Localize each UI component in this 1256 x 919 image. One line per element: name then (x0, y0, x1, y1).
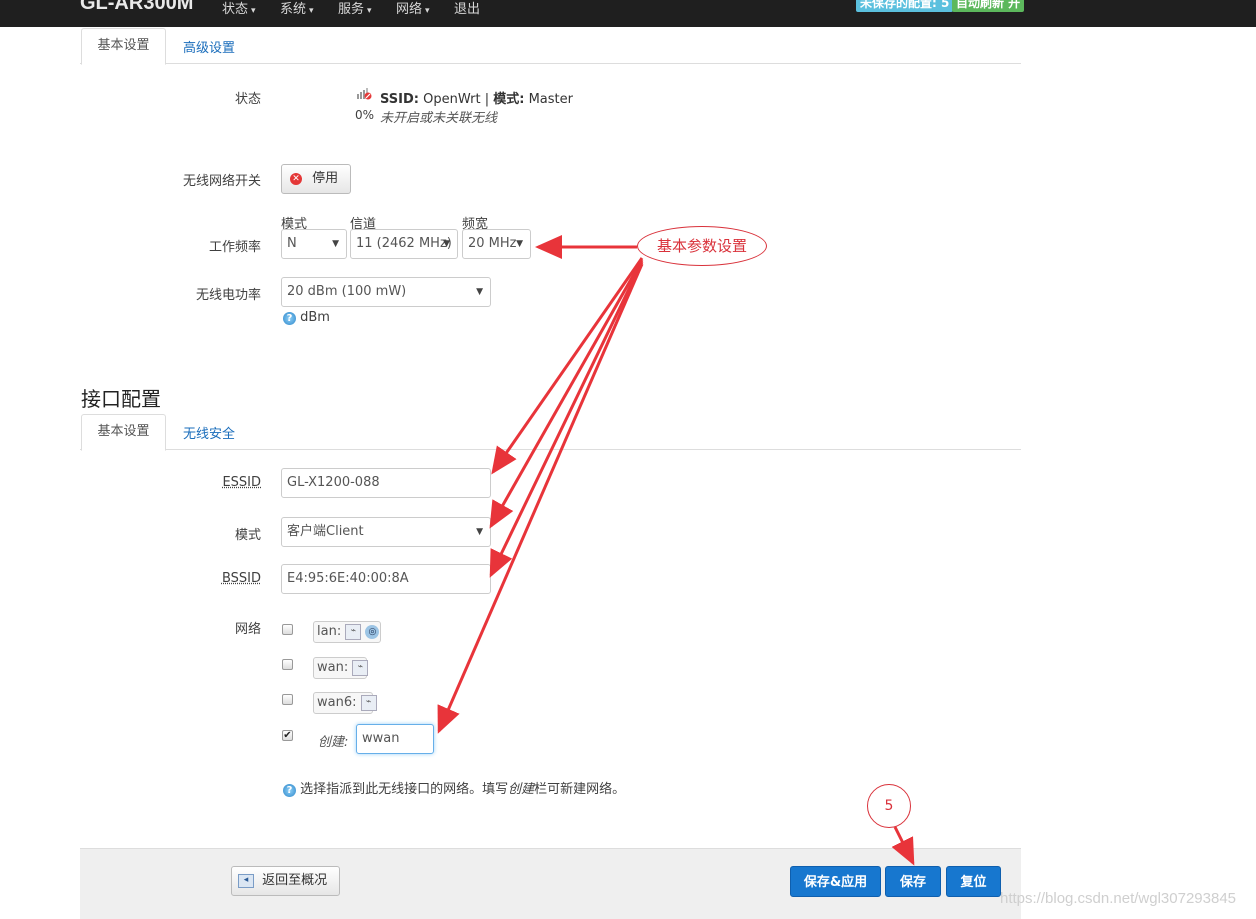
arrow-to-save (891, 826, 915, 866)
arrow-to-create (437, 263, 644, 734)
arrow-to-essid (491, 257, 644, 475)
annotation-step-number: 5 (867, 784, 911, 828)
annotation-arrows (437, 235, 915, 866)
arrow-to-mode (489, 259, 644, 529)
watermark: https://blog.csdn.net/wgl307293845 (1000, 890, 1237, 907)
annotation-basic-params: 基本参数设置 (637, 226, 767, 266)
arrow-to-bssid (489, 261, 644, 578)
